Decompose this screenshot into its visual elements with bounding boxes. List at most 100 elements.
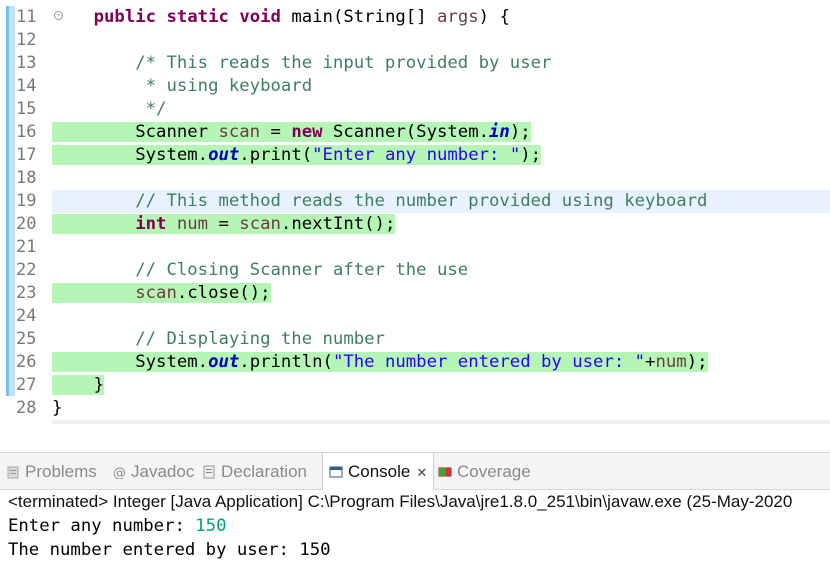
code-token: /* This reads the input provided by user	[135, 53, 552, 73]
line-number: 17	[16, 145, 37, 165]
console-line: Enter any number: 150	[8, 516, 227, 536]
tab-problems[interactable]: Problems	[6, 453, 97, 490]
user-input-text: 150	[195, 516, 227, 536]
line-number: 24	[16, 306, 37, 326]
code-line[interactable]: }	[52, 374, 105, 397]
code-token: out	[208, 145, 240, 165]
code-token: Scanner	[52, 122, 219, 142]
code-token: main(String[]	[280, 7, 438, 27]
code-line[interactable]: scan.close();	[52, 282, 271, 305]
panel-tab-bar: Problems @ Javadoc Declaration Console ✕ Cover…	[0, 452, 830, 490]
code-token: num	[176, 214, 209, 234]
line-number: 12	[16, 30, 37, 50]
code-line[interactable]: * using keyboard	[52, 75, 312, 98]
line-number: 13	[16, 53, 37, 73]
code-line[interactable]: // Closing Scanner after the use	[52, 259, 468, 282]
problems-icon	[6, 455, 20, 479]
line-number: 21	[16, 237, 37, 257]
console-line: The number entered by user: 150	[8, 540, 331, 560]
line-number: 26	[16, 352, 37, 372]
line-number: 22	[16, 260, 37, 280]
code-token: out	[208, 352, 240, 372]
javadoc-icon: @	[112, 455, 126, 481]
code-line[interactable]: Scanner scan = new Scanner(System.in);	[52, 121, 531, 144]
code-token: public	[93, 7, 157, 27]
line-number: 27	[16, 375, 37, 395]
code-token: ) {	[478, 7, 510, 27]
overview-ruler	[6, 6, 15, 396]
code-token: .print(	[239, 145, 313, 165]
line-number: 14	[16, 76, 37, 96]
code-token: scan	[239, 214, 281, 234]
code-line[interactable]: System.out.println("The number entered b…	[52, 351, 708, 374]
code-line[interactable]: // This method reads the number provided…	[52, 190, 707, 213]
code-token: scan	[218, 122, 261, 142]
code-token: num	[655, 352, 687, 372]
code-token: in	[489, 122, 510, 142]
line-number: 18	[16, 168, 37, 188]
tab-label: Declaration	[221, 462, 307, 481]
line-number: 20	[16, 214, 37, 234]
code-token: Scanner(System.	[322, 122, 489, 142]
code-editor[interactable]: 11- 12 13 14 15 16 17 18 19 20 21 22 23 24 25 26 27 28 pu…	[0, 0, 830, 424]
code-token: System.	[52, 145, 209, 165]
tab-label: Javadoc	[131, 462, 195, 481]
close-tab-icon[interactable]: ✕	[416, 465, 427, 480]
line-number: 23	[16, 283, 37, 303]
console-text: The number entered by user: 150	[8, 540, 331, 560]
tab-javadoc[interactable]: @ Javadoc	[112, 453, 194, 490]
code-token: .println(	[239, 352, 333, 372]
coverage-icon	[438, 455, 452, 477]
line-number: 19	[16, 191, 37, 211]
code-token: static	[166, 7, 229, 27]
tab-coverage[interactable]: Coverage	[438, 453, 531, 490]
code-line[interactable]: public static void main(String[] args) {	[52, 6, 510, 29]
line-number: 11-	[16, 7, 63, 27]
code-token: "Enter any number: "	[312, 145, 521, 165]
line-number: 16	[16, 122, 37, 142]
scroll-left-arrow-icon[interactable]: <	[60, 420, 72, 424]
code-line[interactable]: // Displaying the number	[52, 328, 385, 351]
code-token: =	[208, 214, 240, 234]
tab-declaration[interactable]: Declaration	[202, 453, 307, 490]
horizontal-scrollbar[interactable]: <	[52, 420, 830, 424]
code-token: */	[145, 99, 167, 119]
code-line[interactable]: }	[52, 397, 62, 420]
tab-console[interactable]: Console ✕	[322, 453, 435, 490]
code-line[interactable]: /* This reads the input provided by user	[52, 52, 551, 75]
code-token: );	[686, 352, 708, 372]
line-number: 15	[16, 99, 37, 119]
line-number: 25	[16, 329, 37, 349]
code-token: System.	[52, 352, 209, 372]
code-line[interactable]: int num = scan.nextInt();	[52, 213, 396, 236]
code-token: "The number entered by user: "	[332, 352, 646, 372]
tab-label: Console	[348, 462, 411, 481]
code-token: * using keyboard	[145, 76, 313, 96]
declaration-icon	[202, 455, 216, 479]
tab-label: Problems	[25, 462, 97, 481]
code-token: // Displaying the number	[135, 329, 385, 349]
code-token: // Closing Scanner after the use	[135, 260, 469, 280]
code-line[interactable]: System.out.print("Enter any number: ");	[52, 144, 542, 167]
code-token: =	[260, 122, 292, 142]
code-line[interactable]: */	[52, 98, 167, 121]
code-token: scan	[135, 283, 177, 303]
code-token: );	[509, 122, 531, 142]
code-token: // This method reads the number provided…	[135, 191, 708, 211]
console-icon	[329, 455, 343, 478]
code-token: void	[239, 7, 281, 27]
code-token: );	[520, 145, 542, 165]
code-token: }	[52, 398, 63, 418]
tab-label: Coverage	[457, 462, 531, 481]
